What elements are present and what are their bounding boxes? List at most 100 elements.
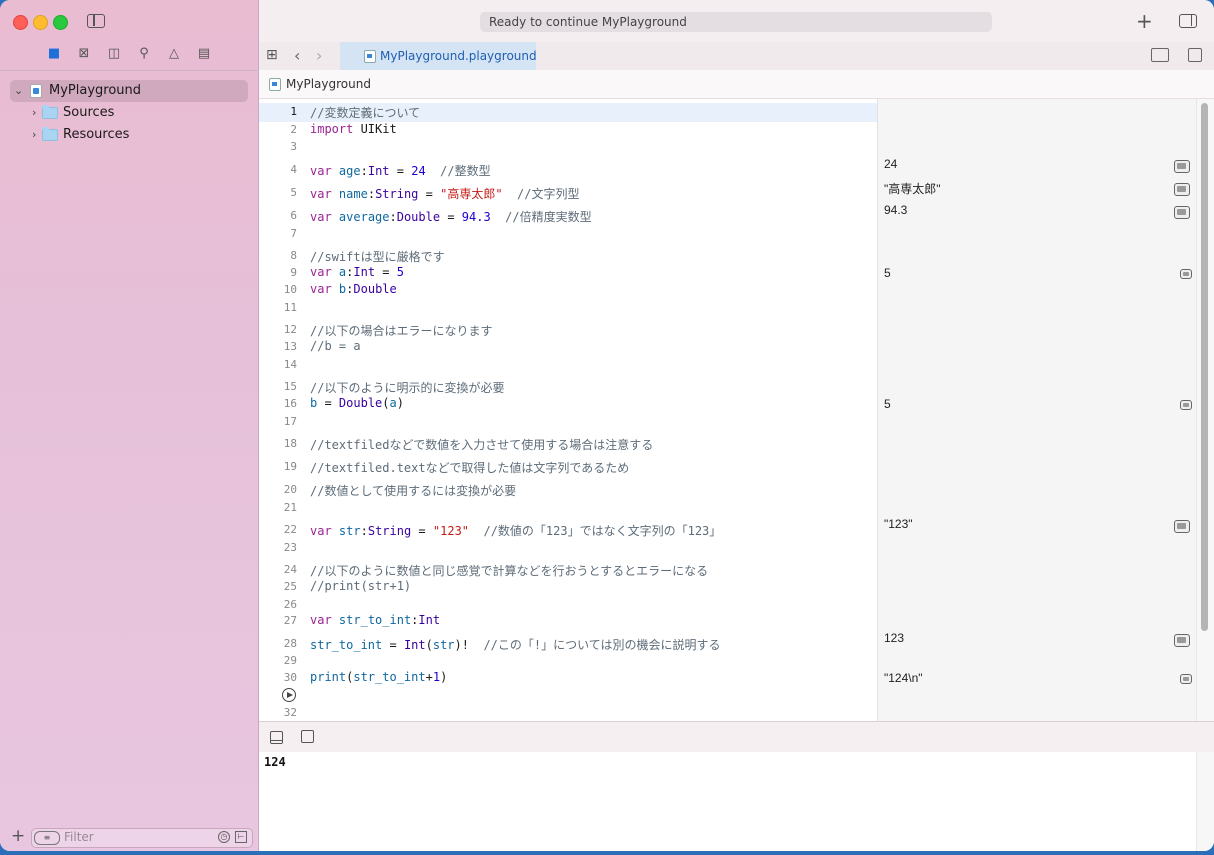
run-line-icon[interactable] [282,688,296,702]
hide-debug-area-icon[interactable] [270,731,283,744]
code-line[interactable]: //textfiled.textなどで取得した値は文字列であるため [310,459,629,476]
quick-look-icon[interactable] [1174,206,1190,219]
line-number[interactable]: 19 [259,460,297,473]
result-value[interactable]: 24 [884,157,897,171]
forward-chevron-icon[interactable]: › [316,46,322,65]
code-line[interactable]: //swiftは型に厳格です [310,248,445,265]
chevron-right-icon[interactable]: › [32,124,36,146]
tab-myplayground[interactable]: MyPlayground.playground [340,42,537,70]
close-window-button[interactable] [13,15,28,30]
scm-filter-icon[interactable]: ⊢ [235,831,247,843]
code-line[interactable]: var str:String = "123" //数値の「123」ではなく文字列… [310,522,721,539]
code-line[interactable]: //数値として使用するには変換が必要 [310,482,516,499]
code-line[interactable]: //textfiledなどで数値を入力させて使用する場合は注意する [310,436,653,453]
source-control-icon[interactable]: ⊠ [76,46,92,62]
tree-item-sources[interactable]: › Sources [0,102,258,124]
line-number[interactable]: 17 [259,415,297,428]
result-value[interactable]: "123" [884,517,913,531]
stop-icon[interactable] [301,730,314,743]
line-number[interactable]: 27 [259,614,297,627]
line-number[interactable]: 30 [259,671,297,684]
line-number[interactable]: 25 [259,580,297,593]
line-number[interactable]: 15 [259,380,297,393]
line-number[interactable]: 14 [259,358,297,371]
line-number[interactable]: 20 [259,483,297,496]
code-line[interactable]: //以下のように明示的に変換が必要 [310,379,504,396]
quick-look-icon[interactable] [1180,674,1192,684]
line-number[interactable]: 10 [259,283,297,296]
code-line[interactable]: var b:Double [310,282,397,296]
line-number[interactable]: 22 [259,523,297,536]
code-line[interactable]: import UIKit [310,122,397,136]
line-number[interactable]: 5 [259,186,297,199]
jump-bar-item[interactable]: MyPlayground [286,77,371,91]
chevron-right-icon[interactable]: › [32,102,36,124]
code-line[interactable]: b = Double(a) [310,396,404,410]
chevron-down-icon[interactable]: ⌄ [14,80,23,102]
code-line[interactable]: //変数定義について [310,104,420,121]
add-editor-icon[interactable] [1188,48,1202,62]
result-value[interactable]: 5 [884,266,891,280]
quick-look-icon[interactable] [1174,520,1190,533]
code-line[interactable]: //b = a [310,339,361,353]
code-line[interactable]: str_to_int = Int(str)! //この「!」については別の機会に… [310,636,721,653]
console-scrollbar[interactable] [1196,752,1214,851]
tree-item-resources[interactable]: › Resources [0,124,258,146]
result-value[interactable]: "高専太郎" [884,180,941,197]
library-plus-button[interactable]: + [1136,9,1153,33]
scrollbar-thumb[interactable] [1201,103,1208,631]
quick-look-icon[interactable] [1174,634,1190,647]
quick-look-icon[interactable] [1180,400,1192,410]
line-number[interactable]: 4 [259,163,297,176]
line-number[interactable]: 23 [259,541,297,554]
line-number[interactable]: 1 [259,105,297,118]
code-line[interactable]: //以下の場合はエラーになります [310,322,492,339]
tree-item-myplayground[interactable]: ⌄ MyPlayground [10,80,248,102]
find-navigator-icon[interactable]: ⚲ [136,46,152,62]
sidebar-toggle-icon[interactable] [87,14,105,28]
result-value[interactable]: 5 [884,397,891,411]
line-number[interactable]: 18 [259,437,297,450]
code-line[interactable]: var average:Double = 94.3 //倍精度実数型 [310,208,592,225]
quick-look-icon[interactable] [1180,269,1192,279]
issue-navigator-icon[interactable]: △ [166,46,182,62]
line-number[interactable]: 28 [259,637,297,650]
editor-scrollbar[interactable] [1196,99,1214,721]
line-number[interactable]: 8 [259,249,297,262]
result-value[interactable]: 123 [884,631,904,645]
code-line[interactable]: var age:Int = 24 //整数型 [310,162,491,179]
line-number[interactable]: 24 [259,563,297,576]
code-line[interactable]: var a:Int = 5 [310,265,404,279]
line-number[interactable]: 26 [259,598,297,611]
symbol-navigator-icon[interactable]: ◫ [106,46,122,62]
add-file-button[interactable]: + [11,826,25,846]
line-number[interactable]: 11 [259,301,297,314]
line-number[interactable]: 2 [259,123,297,136]
zoom-window-button[interactable] [53,15,68,30]
result-value[interactable]: "124\n" [884,671,923,685]
report-navigator-icon[interactable]: ▤ [196,46,212,62]
line-number[interactable]: 32 [259,706,297,719]
quick-look-icon[interactable] [1174,183,1190,196]
line-number[interactable]: 6 [259,209,297,222]
code-line[interactable]: var str_to_int:Int [310,613,440,627]
related-items-grid-icon[interactable]: ⊞ [266,48,280,62]
filter-options-icon[interactable]: ≡ [34,831,60,845]
back-chevron-icon[interactable]: ‹ [294,46,300,65]
line-number[interactable]: 9 [259,266,297,279]
recent-files-icon[interactable]: ◷ [218,831,230,843]
line-number[interactable]: 3 [259,140,297,153]
result-value[interactable]: 94.3 [884,203,907,217]
filter-input[interactable]: ≡ Filter ◷ ⊢ [31,828,253,848]
quick-look-icon[interactable] [1174,160,1190,173]
line-number[interactable]: 13 [259,340,297,353]
line-number[interactable]: 16 [259,397,297,410]
line-number[interactable]: 29 [259,654,297,667]
line-number[interactable]: 21 [259,501,297,514]
code-editor[interactable]: 1 2 3 4 5 6 7 8 9 10 11 12 13 14 15 16 17 18 19 20 21 22 23 24 2… [259,99,877,721]
inspector-toggle-icon[interactable] [1179,14,1197,28]
console-output[interactable]: 124 [259,752,1196,851]
code-line[interactable]: var name:String = "高専太郎" //文字列型 [310,185,579,202]
folder-navigator-icon[interactable]: ■ [46,46,62,62]
code-line[interactable]: print(str_to_int+1) [310,670,447,684]
